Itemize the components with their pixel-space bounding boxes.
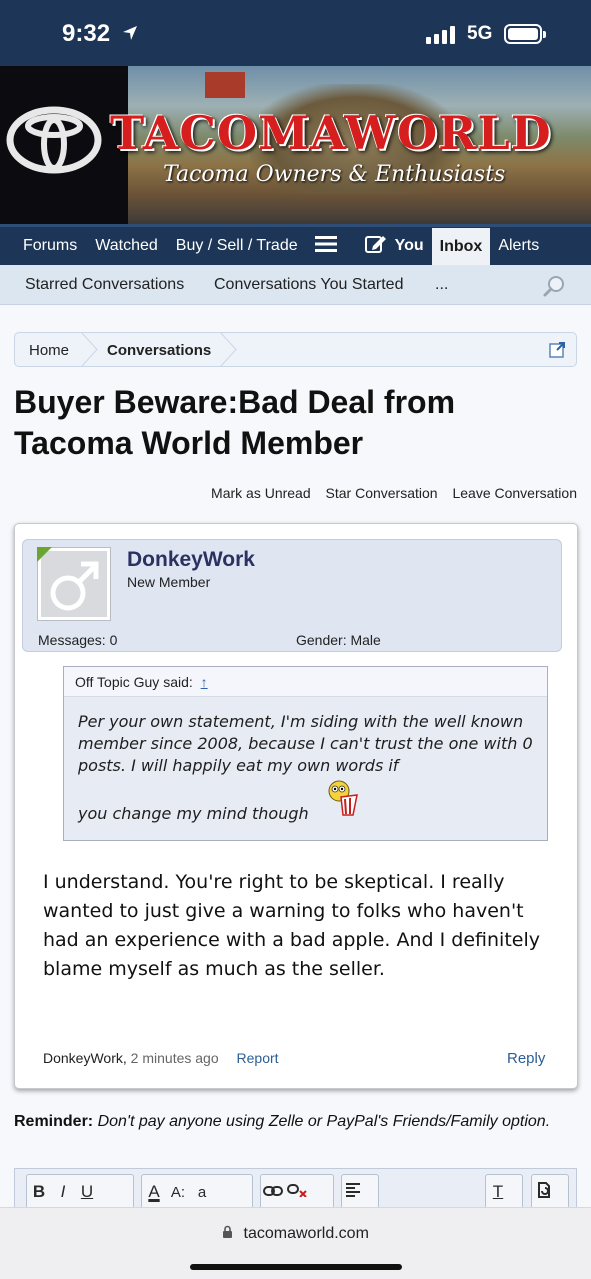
font-size-button[interactable]: A: <box>166 1184 190 1201</box>
bold-button[interactable]: B <box>27 1182 51 1202</box>
nav-watched[interactable]: Watched <box>86 237 167 255</box>
search-icon[interactable] <box>542 274 566 303</box>
clear-formatting-button[interactable]: T <box>486 1182 510 1202</box>
nav-inbox[interactable]: Inbox <box>431 228 491 266</box>
reply-link[interactable]: Reply <box>507 1050 545 1067</box>
leave-conversation-link[interactable]: Leave Conversation <box>452 485 577 501</box>
site-brand: TACOMAWORLD <box>110 106 552 160</box>
user-gender: Gender: Male <box>296 632 381 648</box>
site-banner[interactable]: TACOMAWORLD Tacoma Owners & Enthusiasts <box>0 66 591 224</box>
subnav-started[interactable]: Conversations You Started <box>214 276 403 294</box>
quote-text: Per your own statement, I'm siding with … <box>78 712 533 775</box>
breadcrumb-conversations[interactable]: Conversations <box>107 342 211 359</box>
breadcrumb-separator <box>220 332 237 367</box>
lock-icon <box>222 1225 233 1244</box>
quote-block: Off Topic Guy said: ↑ Per your own state… <box>63 666 548 841</box>
unlink-icon[interactable] <box>285 1182 309 1202</box>
restore-group <box>531 1174 569 1210</box>
quote-text-last-line: you change my mind though <box>78 804 309 823</box>
home-indicator[interactable] <box>190 1264 402 1270</box>
nav-buy-sell-trade[interactable]: Buy / Sell / Trade <box>167 237 307 255</box>
compose-icon <box>364 234 387 259</box>
underline-button[interactable]: U <box>75 1182 99 1202</box>
nav-forums[interactable]: Forums <box>0 237 86 255</box>
online-indicator <box>37 547 52 562</box>
font-family-button[interactable]: a <box>190 1184 214 1201</box>
mark-unread-link[interactable]: Mark as Unread <box>211 485 311 501</box>
popcorn-smiley-icon <box>327 779 361 821</box>
site-tagline: Tacoma Owners & Enthusiasts <box>163 162 506 187</box>
username[interactable]: DonkeyWork <box>127 548 255 572</box>
clear-format-group: T <box>485 1174 523 1210</box>
link-icon[interactable] <box>261 1182 285 1202</box>
nav-you[interactable]: You <box>349 234 432 259</box>
user-role: New Member <box>127 574 211 590</box>
subnav-more[interactable]: ... <box>435 276 448 294</box>
message-author-link[interactable]: DonkeyWork, <box>43 1050 127 1066</box>
align-left-icon[interactable] <box>342 1182 366 1202</box>
align-group <box>341 1174 379 1210</box>
page-title: Buyer Beware:Bad Deal from Tacoma World … <box>14 384 456 461</box>
sub-nav: Starred Conversations Conversations You … <box>0 265 591 305</box>
link-group <box>260 1174 334 1210</box>
reminder-text: Don't pay anyone using Zelle or PayPal's… <box>97 1113 551 1130</box>
network-type: 5G <box>467 23 493 44</box>
address-bar[interactable]: tacomaworld.com <box>0 1225 591 1244</box>
banner-house <box>205 72 245 98</box>
signal-icon <box>426 26 455 44</box>
user-messages-count: Messages: 0 <box>38 632 118 648</box>
italic-button[interactable]: I <box>51 1182 75 1202</box>
quote-author: Off Topic Guy said: <box>75 674 193 690</box>
main-nav: Forums Watched Buy / Sell / Trade You In… <box>0 224 591 266</box>
breadcrumb-home[interactable]: Home <box>29 342 69 359</box>
browser-bar: tacomaworld.com <box>0 1207 591 1279</box>
hamburger-menu-icon[interactable] <box>307 235 349 258</box>
nav-you-label: You <box>394 237 424 254</box>
restore-draft-icon[interactable] <box>532 1181 556 1204</box>
avatar[interactable] <box>37 547 111 621</box>
font-group: A A: a <box>141 1174 253 1210</box>
breadcrumb: Home Conversations <box>14 332 577 367</box>
text-style-group: B I U <box>26 1174 134 1210</box>
font-color-button[interactable]: A <box>142 1182 166 1202</box>
toyota-logo-icon <box>6 106 102 178</box>
reminder-label: Reminder: <box>14 1113 94 1130</box>
quote-header: Off Topic Guy said: ↑ <box>64 667 547 697</box>
url-text: tacomaworld.com <box>243 1225 369 1242</box>
reminder-notice: Reminder: Don't pay anyone using Zelle o… <box>14 1111 579 1133</box>
nav-alerts[interactable]: Alerts <box>490 237 547 255</box>
quote-jump-link[interactable]: ↑ <box>201 674 208 690</box>
message-body: I understand. You're right to be skeptic… <box>43 871 540 980</box>
message-meta: DonkeyWork, 2 minutes ago Report <box>43 1050 279 1066</box>
location-arrow-icon <box>121 24 139 46</box>
report-link[interactable]: Report <box>237 1050 279 1066</box>
status-bar: 9:32 5G <box>0 0 591 66</box>
breadcrumb-separator <box>81 332 98 367</box>
message-time[interactable]: 2 minutes ago <box>131 1050 219 1066</box>
external-link-icon[interactable] <box>549 341 566 362</box>
star-conversation-link[interactable]: Star Conversation <box>326 485 438 501</box>
subnav-starred[interactable]: Starred Conversations <box>25 276 184 294</box>
battery-icon <box>504 24 546 44</box>
status-time: 9:32 <box>62 20 111 47</box>
conversation-actions: Mark as Unread Star Conversation Leave C… <box>0 485 577 501</box>
